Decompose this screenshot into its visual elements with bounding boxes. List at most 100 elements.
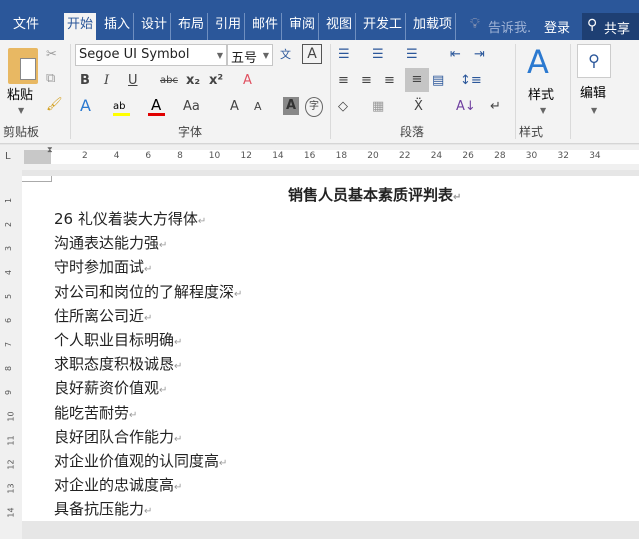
document-line[interactable]: 良好团队合作能力↵ (54, 426, 182, 447)
grow-font-icon[interactable]: A (230, 98, 239, 116)
search-icon[interactable]: ⚲ (577, 44, 611, 78)
document-line[interactable]: 沟通表达能力强↵ (54, 232, 167, 253)
copy-icon[interactable]: ⧉ (46, 70, 55, 88)
borders-icon[interactable]: ▦ (372, 98, 384, 116)
strikethrough-button[interactable]: abc (160, 72, 178, 90)
paste-dropdown[interactable]: ▼ (18, 102, 24, 120)
asian-layout-icon[interactable]: Ẍ (414, 98, 423, 116)
line-text: 能吃苦耐劳 (54, 403, 130, 422)
show-marks-icon[interactable]: ↵ (490, 98, 501, 116)
document-page[interactable]: 销售人员基本素质评判表↵ 26 礼仪着装大方得体↵ 沟通表达能力强↵ 守时参加面试↵… (22, 176, 639, 521)
ruler-mark: 14 (272, 151, 284, 161)
chevron-down-icon: ▼ (216, 51, 223, 60)
tab-home[interactable]: 开始 (64, 13, 97, 40)
sort-icon[interactable]: A↓ (456, 98, 476, 116)
line-text: 求职态度积极诚恳 (54, 355, 175, 374)
chevron-down-icon: ▼ (262, 51, 269, 60)
subscript-button[interactable]: x₂ (186, 72, 200, 90)
font-name-select[interactable]: Segoe UI Symbol ▼ (75, 44, 227, 66)
styles-dropdown[interactable]: ▼ (540, 102, 546, 120)
tab-selector[interactable]: L (5, 151, 11, 162)
character-shading-icon[interactable]: A (283, 97, 299, 115)
document-line[interactable]: 良好薪资价值观↵ (54, 377, 167, 398)
paragraph-mark: ↵ (144, 264, 153, 276)
tab-addins[interactable]: 加载项 (410, 13, 457, 40)
ruler-mark: 30 (525, 151, 538, 161)
document-line[interactable]: 对企业价值观的认同度高↵ (54, 450, 227, 471)
ruler-mark: 22 (399, 151, 411, 161)
paragraph-mark: ↵ (219, 458, 228, 469)
document-line[interactable]: 具备抗压能力↵ (54, 498, 152, 519)
multilevel-list-icon[interactable]: ☰ (406, 46, 418, 64)
ruler-mark: 6 (145, 151, 152, 161)
document-line[interactable]: 对企业的忠诚度高↵ (54, 474, 182, 495)
document-line[interactable]: 求职态度积极诚恳↵ (54, 353, 182, 374)
bold-button[interactable]: B (80, 72, 90, 90)
superscript-button[interactable]: x² (209, 72, 223, 90)
format-painter-icon[interactable]: 🖌︎ (46, 96, 63, 114)
tab-mailings[interactable]: 邮件 (249, 13, 283, 40)
styles-icon[interactable]: A (527, 44, 549, 80)
ruler-mark: 26 (462, 151, 474, 161)
bullets-icon[interactable]: ☰ (338, 46, 350, 64)
underline-button[interactable]: U (128, 72, 138, 90)
editing-button[interactable]: 编辑 (580, 82, 606, 101)
ruler-mark: 24 (430, 151, 443, 161)
ruler-mark: 10 (208, 151, 221, 161)
editing-dropdown[interactable]: ▼ (591, 102, 597, 120)
document-line[interactable]: 个人职业目标明确↵ (54, 329, 182, 350)
justify-icon[interactable]: ≡ (405, 68, 429, 92)
change-case-icon[interactable]: Aa (183, 98, 200, 116)
distributed-icon[interactable]: ▤ (432, 72, 444, 90)
tab-insert[interactable]: 插入 (101, 13, 135, 40)
clipboard-group-label: 剪贴板 (3, 125, 40, 139)
ruler-mark: 16 (303, 151, 316, 161)
decrease-indent-icon[interactable]: ⇤ (450, 46, 461, 64)
increase-indent-icon[interactable]: ⇥ (474, 46, 485, 64)
styles-button[interactable]: 样式 (528, 84, 554, 103)
document-line[interactable]: 能吃苦耐劳↵ (54, 402, 137, 423)
line-text: 良好薪资价值观 (54, 379, 160, 398)
cut-icon[interactable]: ✂ (46, 46, 57, 64)
document-line[interactable]: 26 礼仪着装大方得体↵ (54, 208, 206, 229)
document-line[interactable]: 住所离公司近↵ (54, 305, 152, 326)
ruler-mark: 20 (367, 151, 379, 161)
paste-icon (8, 48, 38, 84)
indent-marker[interactable]: ⧗ (47, 145, 57, 169)
paragraph-mark: ↵ (144, 506, 153, 518)
horizontal-ruler[interactable]: L ⧗ 2 4 6 8 10 12 14 16 18 20 22 24 26 28 30 32 34 (0, 145, 639, 170)
paste-button[interactable]: 粘贴 (7, 84, 33, 103)
shrink-font-icon[interactable]: A (254, 98, 262, 116)
tab-view[interactable]: 视图 (323, 13, 357, 40)
numbering-icon[interactable]: ☰ (372, 46, 384, 64)
share-button[interactable]: ⚲ 共享 (582, 13, 639, 40)
tab-file[interactable]: 文件 (10, 13, 42, 40)
tell-me-input[interactable]: 告诉我. (488, 17, 531, 36)
tab-layout[interactable]: 布局 (175, 13, 209, 40)
line-text: 对企业价值观的认同度高 (54, 452, 220, 470)
align-left-icon[interactable]: ≡ (338, 72, 349, 90)
vertical-ruler: 1 2 3 4 5 6 7 8 9 10 11 12 13 14 (0, 170, 22, 539)
highlight-color-button[interactable]: ab (113, 98, 130, 116)
font-group-label: 字体 (178, 125, 203, 139)
enclose-characters-icon[interactable]: 字 (305, 97, 323, 117)
line-spacing-icon[interactable]: ↕≡ (460, 72, 482, 90)
font-color-button[interactable]: A (148, 96, 165, 116)
character-border-icon[interactable]: A (302, 44, 322, 64)
document-line[interactable]: 对公司和岗位的了解程度深↵ (54, 281, 242, 302)
tab-references[interactable]: 引用 (212, 13, 246, 40)
shading-icon[interactable]: ◇ (338, 98, 348, 116)
tab-design[interactable]: 设计 (138, 13, 172, 40)
align-center-icon[interactable]: ≡ (361, 72, 372, 90)
tab-developer[interactable]: 开发工 (360, 13, 407, 40)
font-size-select[interactable]: 五号 ▼ (227, 44, 273, 66)
document-line[interactable]: 守时参加面试↵ (54, 256, 152, 277)
text-effects-icon[interactable]: A (80, 97, 91, 115)
tab-review[interactable]: 审阅 (286, 13, 320, 40)
phonetic-guide-icon[interactable]: 文 (280, 46, 291, 64)
login-link[interactable]: 登录 (544, 17, 570, 36)
clear-formatting-icon[interactable]: A (243, 72, 252, 90)
italic-button[interactable]: I (104, 72, 109, 90)
align-right-icon[interactable]: ≡ (384, 72, 395, 90)
paragraph-mark: ↵ (159, 240, 168, 252)
